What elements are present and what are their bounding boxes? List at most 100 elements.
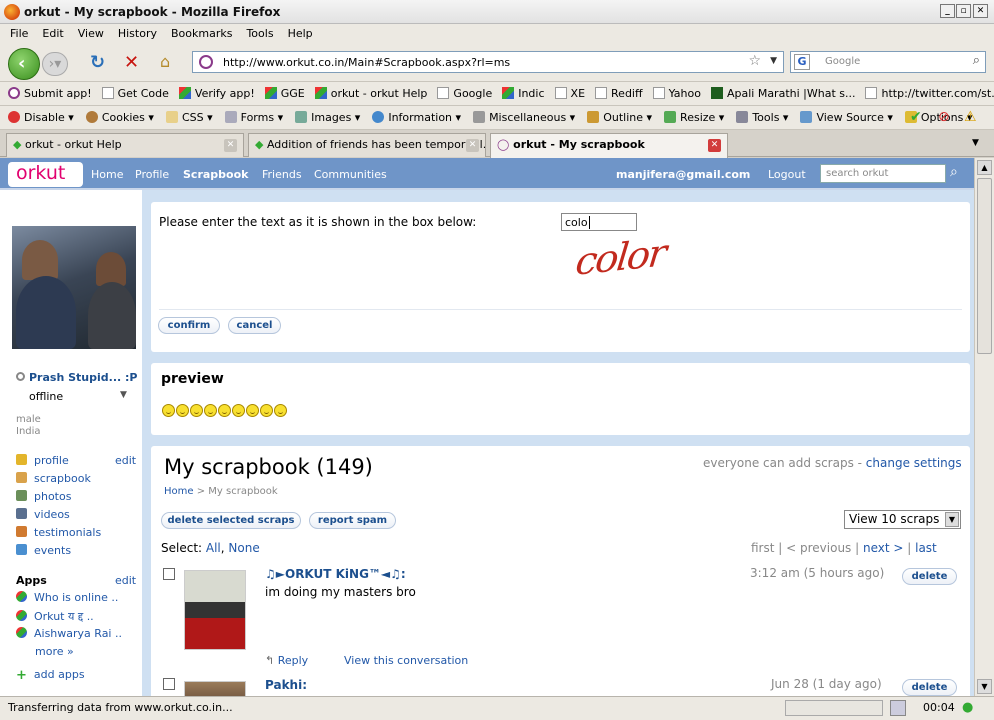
menu-help[interactable]: Help xyxy=(288,27,313,40)
close-tab-icon[interactable]: ✕ xyxy=(466,139,479,152)
sidebar-item-events[interactable]: events xyxy=(16,544,71,557)
change-settings-link[interactable]: change settings xyxy=(866,456,962,470)
report-spam-button[interactable]: report spam xyxy=(309,512,396,529)
menu-edit[interactable]: Edit xyxy=(42,27,63,40)
nav-friends[interactable]: Friends xyxy=(262,168,302,181)
scrap-checkbox[interactable] xyxy=(163,568,175,580)
tab-my-scrapbook[interactable]: ◯ orkut - My scrapbook ✕ xyxy=(490,133,728,158)
wd-view-source[interactable]: View Source ▾ xyxy=(800,111,893,124)
scrap-author[interactable]: ♫►ORKUT KiNG™◄♫: xyxy=(265,567,406,581)
reload-button[interactable]: ↻ xyxy=(90,52,105,73)
breadcrumb-home[interactable]: Home xyxy=(164,486,194,497)
wd-cookies[interactable]: Cookies ▾ xyxy=(85,111,154,124)
pager-last[interactable]: last xyxy=(915,541,937,555)
view-conversation-link[interactable]: View this conversation xyxy=(344,654,468,667)
nav-home[interactable]: Home xyxy=(91,168,123,181)
select-none-link[interactable]: None xyxy=(228,541,259,555)
bookmark-item[interactable]: http://twitter.com/st... xyxy=(865,87,994,100)
minimize-button[interactable]: _ xyxy=(940,4,955,18)
scroll-down-icon[interactable]: ▼ xyxy=(977,679,992,694)
pager-next[interactable]: next > xyxy=(863,541,903,555)
maximize-button[interactable]: ▫ xyxy=(956,4,971,18)
menu-view[interactable]: View xyxy=(78,27,104,40)
wd-forms[interactable]: Forms ▾ xyxy=(224,111,283,124)
pager-previous[interactable]: < previous xyxy=(786,541,851,555)
bookmark-item[interactable]: Rediff xyxy=(595,87,643,100)
page-scrollbar[interactable]: ▲ ▼ xyxy=(974,158,994,696)
bookmark-item[interactable]: Apali Marathi |What s... xyxy=(710,87,855,100)
sidebar-item-profile[interactable]: profile xyxy=(16,454,69,467)
more-apps-link[interactable]: more » xyxy=(35,645,74,658)
sidebar-item-photos[interactable]: photos xyxy=(16,490,71,503)
reply-link[interactable]: ↰ Reply xyxy=(265,654,308,667)
profile-name[interactable]: Prash Stupid... :P xyxy=(29,371,137,384)
chevron-down-icon[interactable]: ▼ xyxy=(120,390,127,400)
bookmark-item[interactable]: XE xyxy=(554,87,585,100)
sidebar-item-videos[interactable]: videos xyxy=(16,508,70,521)
menu-file[interactable]: File xyxy=(10,27,28,40)
wd-outline[interactable]: Outline ▾ xyxy=(587,111,652,124)
bookmark-item[interactable]: orkut - orkut Help xyxy=(314,87,427,100)
delete-selected-button[interactable]: delete selected scraps xyxy=(161,512,301,529)
scrap-avatar[interactable] xyxy=(184,570,246,650)
scrap-author[interactable]: Pakhi: xyxy=(265,678,307,692)
search-icon[interactable]: ⌕ xyxy=(973,53,980,68)
browser-search-bar[interactable]: G Google ⌕ xyxy=(790,51,986,73)
app-item[interactable]: Aishwarya Rai .. xyxy=(16,627,122,640)
menu-bookmarks[interactable]: Bookmarks xyxy=(171,27,232,40)
app-item[interactable]: Orkut य द्द .. xyxy=(16,609,94,624)
scrap-delete-button[interactable]: delete xyxy=(902,568,957,585)
nav-communities[interactable]: Communities xyxy=(314,168,387,181)
bookmark-item[interactable]: Yahoo xyxy=(652,87,701,100)
scrap-checkbox[interactable] xyxy=(163,678,175,690)
back-button[interactable]: ‹ xyxy=(8,48,40,80)
menu-tools[interactable]: Tools xyxy=(246,27,273,40)
confirm-button[interactable]: confirm xyxy=(158,317,220,334)
app-item[interactable]: Who is online .. xyxy=(16,591,118,604)
stop-button[interactable]: ✕ xyxy=(124,52,139,73)
select-all-link[interactable]: All xyxy=(206,541,221,555)
wd-images[interactable]: Images ▾ xyxy=(295,111,360,124)
tab-orkut-help[interactable]: ◆ orkut - orkut Help ✕ xyxy=(6,133,244,157)
wd-information[interactable]: Information ▾ xyxy=(372,111,461,124)
bookmark-star-icon[interactable]: ☆ xyxy=(748,53,761,69)
close-button[interactable]: ✕ xyxy=(973,4,988,18)
sidebar-item-testimonials[interactable]: testimonials xyxy=(16,526,101,539)
nav-profile[interactable]: Profile xyxy=(135,168,169,181)
sidebar-item-scrapbook[interactable]: scrapbook xyxy=(16,472,91,485)
scroll-up-icon[interactable]: ▲ xyxy=(977,160,992,175)
orkut-logo[interactable]: orkut xyxy=(8,162,83,187)
view-count-select[interactable]: View 10 scraps ▼ xyxy=(844,510,961,529)
google-engine-icon[interactable]: G xyxy=(794,54,810,70)
wd-css[interactable]: CSS ▾ xyxy=(165,111,213,124)
wd-tools[interactable]: Tools ▾ xyxy=(736,111,788,124)
wd-disable[interactable]: Disable ▾ xyxy=(8,111,74,124)
add-apps-link[interactable]: + add apps xyxy=(16,668,85,682)
tab-addition-of-friends[interactable]: ◆ Addition of friends has been temporari… xyxy=(248,133,486,157)
bookmark-item[interactable]: Get Code xyxy=(101,87,169,100)
status-label[interactable]: offline xyxy=(29,390,63,403)
wd-resize[interactable]: Resize ▾ xyxy=(664,111,724,124)
profile-photo[interactable] xyxy=(12,226,136,349)
menu-history[interactable]: History xyxy=(118,27,157,40)
scrap-delete-button[interactable]: delete xyxy=(902,679,957,696)
error-icon[interactable]: ⊘ xyxy=(938,109,950,125)
profile-edit-link[interactable]: edit xyxy=(115,454,136,467)
url-dropdown-icon[interactable]: ▼ xyxy=(770,56,777,66)
bookmark-item[interactable]: Verify app! xyxy=(178,87,255,100)
scrap-avatar[interactable] xyxy=(184,681,246,696)
address-bar[interactable]: http://www.orkut.co.in/Main#Scrapbook.as… xyxy=(192,51,784,73)
addon-icon[interactable] xyxy=(890,700,906,716)
search-icon[interactable]: ⌕ xyxy=(950,164,970,183)
check-icon[interactable]: ✔ xyxy=(910,109,922,125)
pager-first[interactable]: first xyxy=(751,541,774,555)
close-tab-icon[interactable]: ✕ xyxy=(224,139,237,152)
logout-link[interactable]: Logout xyxy=(768,168,806,181)
bookmark-item[interactable]: GGE xyxy=(264,87,305,100)
bookmark-item[interactable]: Indic xyxy=(502,87,545,100)
captcha-input[interactable]: colo xyxy=(561,213,637,231)
close-tab-icon[interactable]: ✕ xyxy=(708,139,721,152)
warning-icon[interactable]: ⚠ xyxy=(964,109,977,125)
wd-miscellaneous[interactable]: Miscellaneous ▾ xyxy=(473,111,575,124)
cancel-button[interactable]: cancel xyxy=(228,317,281,334)
